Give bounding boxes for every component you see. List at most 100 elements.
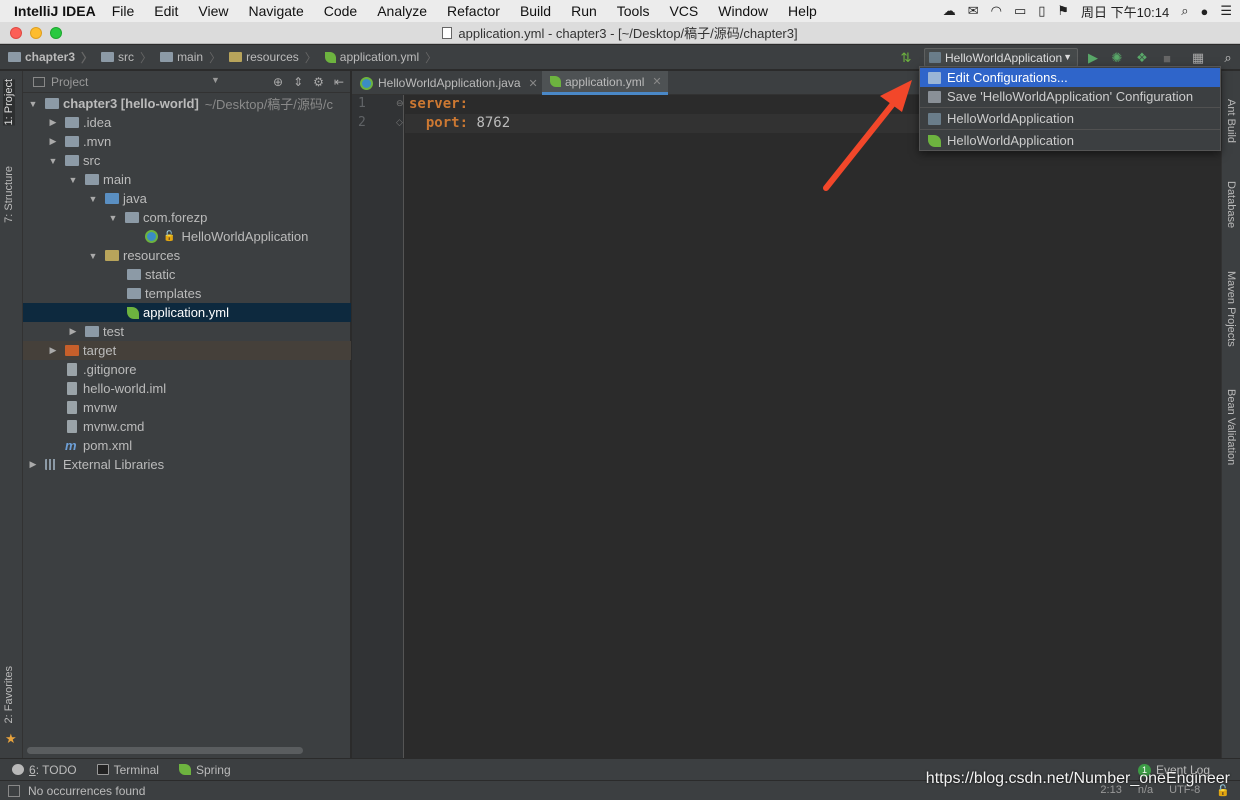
scroll-from-source-icon[interactable]: ⊕ — [273, 75, 283, 89]
run-configuration-combo[interactable]: HelloWorldApplication ▼ — [924, 48, 1078, 67]
database-tool-tab[interactable]: Database — [1225, 181, 1237, 228]
bean-validation-tool-tab[interactable]: Bean Validation — [1225, 389, 1237, 465]
favorites-tool-tab[interactable]: 2: Favorites — [3, 666, 15, 723]
siri-icon[interactable]: ● — [1200, 4, 1208, 19]
fold-marker-icon[interactable]: ⊖ — [396, 98, 404, 109]
menu-window[interactable]: Window — [718, 3, 768, 19]
tree-item-chapter3[interactable]: ▼ chapter3 [hello-world] ~/Desktop/稿子/源码… — [23, 94, 351, 113]
expanded-arrow-icon[interactable]: ▼ — [67, 175, 79, 185]
app-menu[interactable]: IntelliJ IDEA — [14, 3, 96, 19]
tree-item-target[interactable]: ▶ target — [23, 341, 351, 360]
maven-projects-tool-tab[interactable]: Maven Projects — [1225, 271, 1237, 347]
spotlight-search-icon[interactable]: ⌕ — [1181, 3, 1188, 19]
menu-refactor[interactable]: Refactor — [447, 3, 500, 19]
spring-boot-config-menu-item[interactable]: HelloWorldApplication — [920, 131, 1220, 150]
close-tab-icon[interactable]: ✕ — [652, 75, 661, 88]
close-tab-icon[interactable]: ✕ — [529, 77, 538, 90]
tree-item-com-forezp[interactable]: ▼ com.forezp — [23, 208, 351, 227]
tab-helloworldapplication-java[interactable]: HelloWorldApplication.java ✕ — [352, 71, 540, 95]
menu-run[interactable]: Run — [571, 3, 597, 19]
breadcrumb-resources[interactable]: resources 〉 — [229, 49, 317, 66]
ant-build-tool-tab[interactable]: Ant Build — [1225, 99, 1237, 143]
cloud-icon[interactable]: ☁ — [943, 3, 956, 19]
tree-item-static[interactable]: static — [23, 265, 351, 284]
close-window-button[interactable] — [10, 27, 22, 39]
expanded-arrow-icon[interactable]: ▼ — [47, 156, 59, 166]
breadcrumb-main[interactable]: main 〉 — [160, 49, 221, 66]
collapsed-arrow-icon[interactable]: ▶ — [47, 345, 59, 356]
input-flag-icon[interactable]: ⚑ — [1057, 3, 1069, 19]
stop-icon[interactable]: ■ — [1159, 50, 1175, 66]
menu-build[interactable]: Build — [520, 3, 551, 19]
spring-tool-button[interactable]: Spring — [178, 763, 231, 777]
minimize-window-button[interactable] — [30, 27, 42, 39]
tree-item-gitignore[interactable]: .gitignore — [23, 360, 351, 379]
tab-application-yml[interactable]: application.yml ✕ — [542, 71, 668, 95]
menu-navigate[interactable]: Navigate — [248, 3, 303, 19]
tree-item-src[interactable]: ▼ src — [23, 151, 351, 170]
run-with-coverage-icon[interactable]: ❖ — [1134, 50, 1150, 66]
tree-item-mvnw[interactable]: mvnw — [23, 398, 351, 417]
expanded-arrow-icon[interactable]: ▼ — [87, 194, 99, 204]
notification-center-icon[interactable]: ☰ — [1220, 3, 1232, 19]
collapsed-arrow-icon[interactable]: ▶ — [27, 459, 39, 470]
debug-icon[interactable]: ✺ — [1109, 50, 1125, 66]
tool-windows-toggle-icon[interactable] — [8, 784, 20, 797]
horizontal-scrollbar[interactable] — [27, 747, 303, 754]
expanded-arrow-icon[interactable]: ▼ — [27, 99, 39, 109]
code-line[interactable]: server: — [409, 95, 468, 114]
expanded-arrow-icon[interactable]: ▼ — [87, 251, 99, 261]
search-everywhere-icon[interactable]: ⌕ — [1220, 50, 1236, 66]
project-tool-tab[interactable]: 1: Project — [3, 79, 15, 126]
fold-marker-icon[interactable]: ◇ — [396, 117, 403, 128]
tree-item-mvnw-cmd[interactable]: mvnw.cmd — [23, 417, 351, 436]
tree-item-idea[interactable]: ▶ .idea — [23, 113, 351, 132]
wifi-icon[interactable]: ◠ — [991, 3, 1002, 19]
menu-help[interactable]: Help — [788, 3, 817, 19]
save-configuration-menu-item[interactable]: Save 'HelloWorldApplication' Configurati… — [920, 87, 1220, 106]
breadcrumb-application-yml[interactable]: application.yml 〉 — [324, 49, 437, 66]
menu-vcs[interactable]: VCS — [669, 3, 698, 19]
tree-item-application-yml[interactable]: application.yml — [23, 303, 351, 322]
gear-icon[interactable]: ⚙ — [313, 75, 324, 89]
todo-tool-button[interactable]: 6: TODO — [12, 763, 77, 777]
menu-file[interactable]: File — [112, 3, 135, 19]
menu-view[interactable]: View — [198, 3, 228, 19]
tree-item-templates[interactable]: templates — [23, 284, 351, 303]
hide-panel-icon[interactable]: ⇤ — [334, 75, 344, 89]
project-structure-icon[interactable]: ▦ — [1190, 50, 1206, 66]
collapse-all-icon[interactable]: ⇕ — [293, 75, 303, 89]
menu-edit[interactable]: Edit — [154, 3, 178, 19]
project-view-selector[interactable]: Project — [51, 75, 88, 89]
breadcrumb-chapter3[interactable]: chapter3 〉 — [8, 49, 93, 66]
tree-item-java[interactable]: ▼ java — [23, 189, 351, 208]
collapsed-arrow-icon[interactable]: ▶ — [47, 117, 59, 128]
zoom-window-button[interactable] — [50, 27, 62, 39]
tree-item-resources[interactable]: ▼ resources — [23, 246, 351, 265]
run-config-menu-item[interactable]: HelloWorldApplication — [920, 109, 1220, 128]
tree-item-helloworldapplication[interactable]: 🔓 HelloWorldApplication — [23, 227, 351, 246]
tree-item-test[interactable]: ▶ test — [23, 322, 351, 341]
collapsed-arrow-icon[interactable]: ▶ — [67, 326, 79, 337]
tree-item-hello-world-iml[interactable]: hello-world.iml — [23, 379, 351, 398]
build-project-icon[interactable]: ⇅ — [898, 50, 914, 66]
menu-analyze[interactable]: Analyze — [377, 3, 427, 19]
clock[interactable]: 周日 下午10:14 — [1081, 2, 1169, 21]
airplay-icon[interactable]: ▭ — [1014, 3, 1026, 19]
terminal-tool-button[interactable]: Terminal — [96, 763, 159, 777]
collapsed-arrow-icon[interactable]: ▶ — [47, 136, 59, 147]
tree-item-mvn[interactable]: ▶ .mvn — [23, 132, 351, 151]
breadcrumb-src[interactable]: src 〉 — [101, 49, 152, 66]
wechat-icon[interactable]: ✉ — [968, 3, 979, 19]
tree-item-pom-xml[interactable]: m pom.xml — [23, 436, 351, 455]
expanded-arrow-icon[interactable]: ▼ — [107, 213, 119, 223]
structure-tool-tab[interactable]: 7: Structure — [3, 166, 15, 223]
menu-code[interactable]: Code — [324, 3, 357, 19]
tree-item-external-libraries[interactable]: ▶ External Libraries — [23, 455, 351, 474]
chevron-down-icon[interactable]: ▼ — [211, 75, 220, 85]
tree-item-main[interactable]: ▼ main — [23, 170, 351, 189]
code-editor[interactable]: server: port: 8762 — [405, 95, 1221, 758]
run-icon[interactable]: ▶ — [1085, 50, 1101, 66]
edit-configurations-menu-item[interactable]: Edit Configurations... — [920, 68, 1220, 87]
menu-tools[interactable]: Tools — [617, 3, 650, 19]
